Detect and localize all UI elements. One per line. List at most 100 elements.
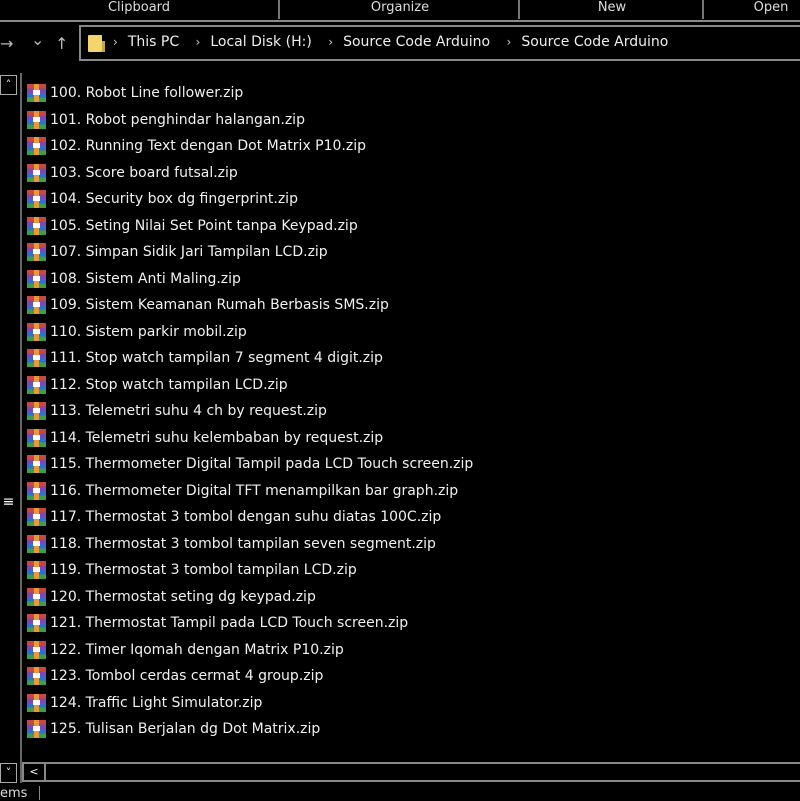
- file-row[interactable]: 109. Sistem Keamanan Rumah Berbasis SMS.…: [27, 292, 473, 319]
- ribbon-group-new: New: [522, 0, 704, 19]
- file-name: 107. Simpan Sidik Jari Tampilan LCD.zip: [50, 244, 328, 261]
- file-row[interactable]: 122. Timer Iqomah dengan Matrix P10.zip: [27, 637, 473, 664]
- file-row[interactable]: 117. Thermostat 3 tombol dengan suhu dia…: [27, 504, 473, 531]
- up-arrow-icon[interactable]: ↑: [55, 34, 68, 53]
- file-row[interactable]: 120. Thermostat seting dg keypad.zip: [27, 584, 473, 611]
- file-row[interactable]: 112. Stop watch tampilan LCD.zip: [27, 372, 473, 399]
- winrar-archive-icon: [27, 508, 46, 527]
- recent-locations-chevron-icon[interactable]: ⌄: [31, 30, 44, 49]
- scroll-thumb-grip-icon[interactable]: ≡: [0, 493, 17, 513]
- ribbon-group-labels: Clipboard Organize New Open: [0, 0, 800, 20]
- horizontal-scrollbar[interactable]: <: [22, 762, 800, 782]
- winrar-archive-icon: [27, 402, 46, 421]
- file-name: 111. Stop watch tampilan 7 segment 4 dig…: [50, 350, 383, 367]
- file-row[interactable]: 103. Score board futsal.zip: [27, 160, 473, 187]
- winrar-archive-icon: [27, 349, 46, 368]
- file-name: 123. Tombol cerdas cermat 4 group.zip: [50, 668, 324, 685]
- file-row[interactable]: 102. Running Text dengan Dot Matrix P10.…: [27, 133, 473, 160]
- breadcrumb-chevron-icon[interactable]: ›: [196, 35, 201, 49]
- file-name: 110. Sistem parkir mobil.zip: [50, 323, 247, 340]
- breadcrumb-source-code-arduino[interactable]: Source Code Arduino: [343, 34, 490, 50]
- winrar-archive-icon: [27, 693, 46, 712]
- file-row[interactable]: 123. Tombol cerdas cermat 4 group.zip: [27, 663, 473, 690]
- file-row[interactable]: 125. Tulisan Berjalan dg Dot Matrix.zip: [27, 716, 473, 743]
- pane-divider[interactable]: [20, 73, 22, 783]
- file-row[interactable]: 114. Telemetri suhu kelembaban by reques…: [27, 425, 473, 452]
- file-row[interactable]: 116. Thermometer Digital TFT menampilkan…: [27, 478, 473, 505]
- scroll-up-button[interactable]: ˄: [0, 75, 17, 95]
- file-name: 114. Telemetri suhu kelembaban by reques…: [50, 429, 384, 446]
- address-bar[interactable]: › This PC › Local Disk (H:) › Source Code A…: [79, 25, 800, 61]
- scroll-down-button[interactable]: ˅: [0, 763, 17, 783]
- file-name: 101. Robot penghindar halangan.zip: [50, 111, 305, 128]
- winrar-archive-icon: [27, 614, 46, 633]
- ribbon-group-organize: Organize: [282, 0, 520, 19]
- file-row[interactable]: 105. Seting Nilai Set Point tanpa Keypad…: [27, 213, 473, 240]
- winrar-archive-icon: [27, 322, 46, 341]
- winrar-archive-icon: [27, 163, 46, 182]
- winrar-archive-icon: [27, 84, 46, 103]
- breadcrumb-chevron-icon[interactable]: ›: [113, 35, 118, 49]
- winrar-archive-icon: [27, 428, 46, 447]
- file-row[interactable]: 108. Sistem Anti Maling.zip: [27, 266, 473, 293]
- file-row[interactable]: 118. Thermostat 3 tombol tampilan seven …: [27, 531, 473, 558]
- winrar-archive-icon: [27, 375, 46, 394]
- file-name: 115. Thermometer Digital Tampil pada LCD…: [50, 456, 474, 473]
- winrar-archive-icon: [27, 587, 46, 606]
- file-row[interactable]: 113. Telemetri suhu 4 ch by request.zip: [27, 398, 473, 425]
- scroll-left-button[interactable]: <: [24, 764, 46, 780]
- forward-arrow-icon[interactable]: →: [0, 34, 13, 53]
- breadcrumb-local-disk[interactable]: Local Disk (H:): [210, 34, 311, 50]
- file-name: 112. Stop watch tampilan LCD.zip: [50, 376, 288, 393]
- winrar-archive-icon: [27, 137, 46, 156]
- file-name: 116. Thermometer Digital TFT menampilkan…: [50, 482, 459, 499]
- breadcrumb-chevron-icon[interactable]: ›: [507, 35, 512, 49]
- winrar-archive-icon: [27, 269, 46, 288]
- file-name: 102. Running Text dengan Dot Matrix P10.…: [50, 138, 367, 155]
- winrar-archive-icon: [27, 640, 46, 659]
- winrar-archive-icon: [27, 190, 46, 209]
- ribbon-group-clipboard: Clipboard: [0, 0, 280, 19]
- folder-icon: [88, 35, 105, 52]
- navigation-pane-scrollbar[interactable]: ˄ ≡ ˅: [0, 73, 17, 783]
- breadcrumb-this-pc[interactable]: This PC: [128, 34, 179, 50]
- winrar-archive-icon: [27, 720, 46, 739]
- winrar-archive-icon: [27, 296, 46, 315]
- status-divider: [39, 786, 40, 800]
- file-name: 100. Robot Line follower.zip: [50, 85, 244, 102]
- file-row[interactable]: 104. Security box dg fingerprint.zip: [27, 186, 473, 213]
- file-row[interactable]: 115. Thermometer Digital Tampil pada LCD…: [27, 451, 473, 478]
- winrar-archive-icon: [27, 667, 46, 686]
- file-row[interactable]: 121. Thermostat Tampil pada LCD Touch sc…: [27, 610, 473, 637]
- file-row[interactable]: 101. Robot penghindar halangan.zip: [27, 107, 473, 134]
- winrar-archive-icon: [27, 110, 46, 129]
- file-row[interactable]: 119. Thermostat 3 tombol tampilan LCD.zi…: [27, 557, 473, 584]
- winrar-archive-icon: [27, 481, 46, 500]
- winrar-archive-icon: [27, 455, 46, 474]
- winrar-archive-icon: [27, 561, 46, 580]
- file-name: 122. Timer Iqomah dengan Matrix P10.zip: [50, 641, 344, 658]
- file-name: 104. Security box dg fingerprint.zip: [50, 191, 298, 208]
- file-name: 125. Tulisan Berjalan dg Dot Matrix.zip: [50, 721, 321, 738]
- file-name: 105. Seting Nilai Set Point tanpa Keypad…: [50, 217, 358, 234]
- breadcrumb-source-code-arduino-sub[interactable]: Source Code Arduino: [521, 34, 668, 50]
- winrar-archive-icon: [27, 216, 46, 235]
- file-row[interactable]: 111. Stop watch tampilan 7 segment 4 dig…: [27, 345, 473, 372]
- breadcrumb: › This PC › Local Disk (H:) › Source Code A…: [113, 34, 680, 50]
- file-name: 121. Thermostat Tampil pada LCD Touch sc…: [50, 615, 409, 632]
- file-name: 103. Score board futsal.zip: [50, 164, 238, 181]
- file-list: 100. Robot Line follower.zip 101. Robot p…: [27, 80, 473, 743]
- file-name: 124. Traffic Light Simulator.zip: [50, 694, 263, 711]
- status-item-count: ems: [0, 786, 28, 801]
- file-row[interactable]: 107. Simpan Sidik Jari Tampilan LCD.zip: [27, 239, 473, 266]
- winrar-archive-icon: [27, 534, 46, 553]
- ribbon-divider: [0, 20, 800, 22]
- file-name: 108. Sistem Anti Maling.zip: [50, 270, 241, 287]
- file-name: 119. Thermostat 3 tombol tampilan LCD.zi…: [50, 562, 357, 579]
- file-name: 120. Thermostat seting dg keypad.zip: [50, 588, 316, 605]
- file-row[interactable]: 100. Robot Line follower.zip: [27, 80, 473, 107]
- file-row[interactable]: 110. Sistem parkir mobil.zip: [27, 319, 473, 346]
- breadcrumb-chevron-icon[interactable]: ›: [328, 35, 333, 49]
- ribbon-group-open: Open: [753, 0, 789, 15]
- file-row[interactable]: 124. Traffic Light Simulator.zip: [27, 690, 473, 717]
